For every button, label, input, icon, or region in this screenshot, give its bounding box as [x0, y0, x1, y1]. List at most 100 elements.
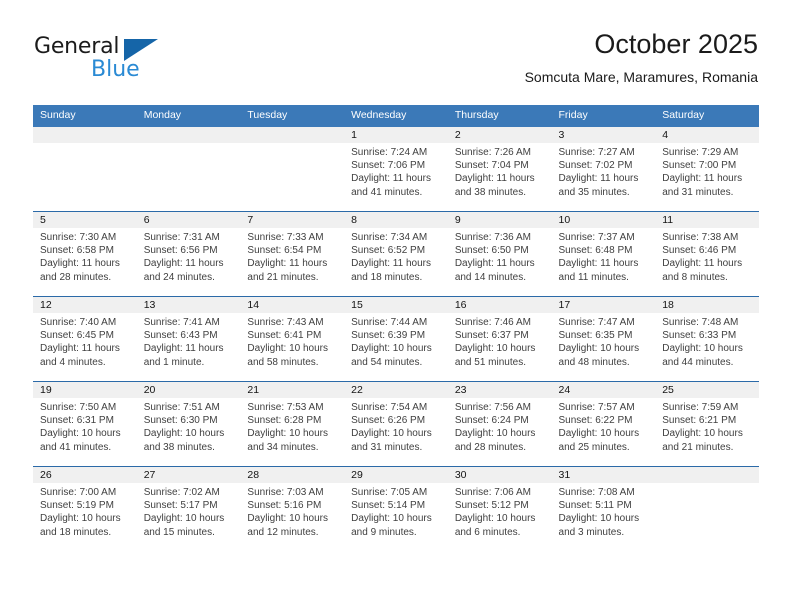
daylight-duration-line2: and 8 minutes. [662, 271, 728, 283]
daylight-duration-line1: Daylight: 10 hours [558, 428, 640, 440]
day-cell-inner [655, 467, 759, 551]
day-details: Sunrise: 7:24 AM Sunset: 7:06 PM Daylight:… [344, 143, 448, 199]
daylight-duration-line2: and 31 minutes. [351, 441, 423, 453]
sunset-time: Sunset: 6:45 PM [40, 330, 114, 342]
calendar-day-cell[interactable]: 18 Sunrise: 7:48 AM Sunset: 6:33 PM Dayligh… [655, 296, 759, 382]
sunrise-time: Sunrise: 7:47 AM [558, 317, 635, 328]
calendar-day-cell[interactable]: 25 Sunrise: 7:59 AM Sunset: 6:21 PM Dayligh… [655, 381, 759, 467]
calendar-day-cell[interactable]: 30 Sunrise: 7:06 AM Sunset: 5:12 PM Dayligh… [447, 466, 552, 551]
day-cell-inner: 20 Sunrise: 7:51 AM Sunset: 6:30 PM Dayligh… [136, 382, 241, 466]
weekday-header-monday: Monday [136, 105, 241, 127]
calendar-day-cell[interactable]: 26 Sunrise: 7:00 AM Sunset: 5:19 PM Dayligh… [33, 466, 137, 551]
day-number: 6 [136, 212, 241, 228]
calendar-day-cell[interactable]: 10 Sunrise: 7:37 AM Sunset: 6:48 PM Dayligh… [551, 211, 656, 297]
sunset-time: Sunset: 7:06 PM [351, 160, 426, 172]
sunrise-sunset-calendar: Sunday Monday Tuesday Wednesday Thursday Frid… [33, 105, 759, 551]
calendar-day-cell[interactable]: 28 Sunrise: 7:03 AM Sunset: 5:16 PM Dayligh… [240, 466, 345, 551]
calendar-day-cell[interactable]: 6 Sunrise: 7:31 AM Sunset: 6:56 PM Daylight… [136, 211, 241, 297]
day-number: 23 [447, 382, 552, 398]
daylight-duration-line1: Daylight: 11 hours [40, 343, 120, 355]
daylight-duration-line1: Daylight: 10 hours [143, 513, 225, 525]
calendar-day-cell[interactable]: 24 Sunrise: 7:57 AM Sunset: 6:22 PM Dayligh… [551, 381, 656, 467]
general-blue-logo[interactable]: General Blue [34, 34, 254, 90]
daylight-duration-line2: and 3 minutes. [558, 526, 625, 538]
calendar-day-cell[interactable]: 11 Sunrise: 7:38 AM Sunset: 6:46 PM Dayligh… [655, 211, 759, 297]
calendar-day-cell-empty [240, 127, 345, 212]
calendar-day-cell[interactable]: 15 Sunrise: 7:44 AM Sunset: 6:39 PM Dayligh… [344, 296, 448, 382]
day-number: 24 [551, 382, 656, 398]
day-details: Sunrise: 7:31 AM Sunset: 6:56 PM Daylight:… [137, 228, 241, 284]
sunset-time: Sunset: 5:11 PM [558, 500, 632, 512]
calendar-week-row: 26 Sunrise: 7:00 AM Sunset: 5:19 PM Dayligh… [33, 466, 759, 551]
day-number: 29 [344, 467, 448, 483]
day-details: Sunrise: 7:36 AM Sunset: 6:50 PM Daylight:… [448, 228, 552, 284]
daylight-duration-line1: Daylight: 11 hours [247, 258, 328, 270]
calendar-day-cell[interactable]: 2 Sunrise: 7:26 AM Sunset: 7:04 PM Daylight… [447, 127, 552, 212]
daylight-duration-line1: Daylight: 10 hours [351, 428, 432, 440]
calendar-day-cell[interactable]: 27 Sunrise: 7:02 AM Sunset: 5:17 PM Dayligh… [136, 466, 241, 551]
calendar-day-cell[interactable]: 17 Sunrise: 7:47 AM Sunset: 6:35 PM Dayligh… [551, 296, 656, 382]
day-cell-inner: 5 Sunrise: 7:30 AM Sunset: 6:58 PM Daylight… [33, 212, 137, 296]
daylight-duration-line1: Daylight: 10 hours [454, 343, 536, 355]
day-details: Sunrise: 7:41 AM Sunset: 6:43 PM Daylight:… [137, 313, 241, 369]
calendar-day-cell[interactable]: 20 Sunrise: 7:51 AM Sunset: 6:30 PM Dayligh… [136, 381, 241, 467]
daylight-duration-line2: and 25 minutes. [558, 441, 630, 453]
day-details: Sunrise: 7:26 AM Sunset: 7:04 PM Daylight:… [448, 143, 552, 199]
day-number: 8 [344, 212, 448, 228]
calendar-day-cell[interactable]: 9 Sunrise: 7:36 AM Sunset: 6:50 PM Daylight… [447, 211, 552, 297]
calendar-day-cell[interactable]: 21 Sunrise: 7:53 AM Sunset: 6:28 PM Dayligh… [240, 381, 345, 467]
daylight-duration-line2: and 41 minutes. [351, 186, 423, 198]
calendar-day-cell[interactable]: 3 Sunrise: 7:27 AM Sunset: 7:02 PM Daylight… [551, 127, 656, 212]
daylight-duration-line1: Daylight: 10 hours [662, 428, 743, 440]
day-number [33, 127, 137, 143]
calendar-week-row: 19 Sunrise: 7:50 AM Sunset: 6:31 PM Dayligh… [33, 381, 759, 467]
daylight-duration-line1: Daylight: 10 hours [247, 343, 329, 355]
day-cell-inner: 29 Sunrise: 7:05 AM Sunset: 5:14 PM Dayligh… [344, 467, 448, 551]
sunset-time: Sunset: 6:58 PM [40, 245, 114, 257]
day-cell-inner: 4 Sunrise: 7:29 AM Sunset: 7:00 PM Daylight… [655, 127, 759, 211]
day-number: 30 [447, 467, 552, 483]
sunrise-time: Sunrise: 7:46 AM [454, 317, 531, 328]
sunrise-time: Sunrise: 7:53 AM [247, 402, 324, 413]
calendar-day-cell[interactable]: 29 Sunrise: 7:05 AM Sunset: 5:14 PM Dayligh… [344, 466, 448, 551]
calendar-day-cell[interactable]: 23 Sunrise: 7:56 AM Sunset: 6:24 PM Dayligh… [447, 381, 552, 467]
calendar-day-cell[interactable]: 5 Sunrise: 7:30 AM Sunset: 6:58 PM Daylight… [33, 211, 137, 297]
daylight-duration-line2: and 18 minutes. [351, 271, 423, 283]
calendar-day-cell[interactable]: 13 Sunrise: 7:41 AM Sunset: 6:43 PM Dayligh… [136, 296, 241, 382]
sunset-time: Sunset: 6:46 PM [662, 245, 737, 257]
sunset-time: Sunset: 6:28 PM [247, 415, 322, 427]
calendar-day-cell[interactable]: 4 Sunrise: 7:29 AM Sunset: 7:00 PM Daylight… [655, 127, 759, 212]
day-cell-inner: 7 Sunrise: 7:33 AM Sunset: 6:54 PM Daylight… [240, 212, 345, 296]
calendar-day-cell[interactable]: 12 Sunrise: 7:40 AM Sunset: 6:45 PM Dayligh… [33, 296, 137, 382]
page-subtitle: Somcuta Mare, Maramures, Romania [524, 69, 758, 85]
calendar-header-row: Sunday Monday Tuesday Wednesday Thursday Frid… [33, 105, 759, 127]
day-details: Sunrise: 7:43 AM Sunset: 6:41 PM Daylight:… [240, 313, 344, 369]
day-number: 2 [447, 127, 552, 143]
sunset-time: Sunset: 6:22 PM [558, 415, 633, 427]
day-details: Sunrise: 7:48 AM Sunset: 6:33 PM Daylight:… [655, 313, 759, 369]
calendar-day-cell[interactable]: 7 Sunrise: 7:33 AM Sunset: 6:54 PM Daylight… [240, 211, 345, 297]
daylight-duration-line2: and 6 minutes. [454, 526, 521, 538]
day-cell-inner: 31 Sunrise: 7:08 AM Sunset: 5:11 PM Dayligh… [551, 467, 656, 551]
daylight-duration-line2: and 38 minutes. [454, 186, 526, 198]
calendar-day-cell[interactable]: 16 Sunrise: 7:46 AM Sunset: 6:37 PM Dayligh… [447, 296, 552, 382]
calendar-day-cell[interactable]: 1 Sunrise: 7:24 AM Sunset: 7:06 PM Daylight… [344, 127, 448, 212]
daylight-duration-line1: Daylight: 11 hours [558, 173, 639, 185]
day-details: Sunrise: 7:05 AM Sunset: 5:14 PM Daylight:… [344, 483, 448, 539]
day-cell-inner: 11 Sunrise: 7:38 AM Sunset: 6:46 PM Dayligh… [655, 212, 759, 296]
daylight-duration-line1: Daylight: 11 hours [351, 173, 431, 185]
calendar-day-cell[interactable]: 22 Sunrise: 7:54 AM Sunset: 6:26 PM Dayligh… [344, 381, 448, 467]
day-details: Sunrise: 7:29 AM Sunset: 7:00 PM Daylight:… [655, 143, 759, 199]
title-block: October 2025 Somcuta Mare, Maramures, Ro… [525, 28, 758, 86]
sunset-time: Sunset: 6:50 PM [454, 245, 529, 257]
sunrise-time: Sunrise: 7:37 AM [558, 232, 635, 243]
calendar-day-cell[interactable]: 8 Sunrise: 7:34 AM Sunset: 6:52 PM Daylight… [344, 211, 448, 297]
daylight-duration-line1: Daylight: 10 hours [143, 428, 225, 440]
daylight-duration-line1: Daylight: 10 hours [247, 513, 329, 525]
day-cell-inner: 3 Sunrise: 7:27 AM Sunset: 7:02 PM Daylight… [551, 127, 656, 211]
calendar-day-cell[interactable]: 14 Sunrise: 7:43 AM Sunset: 6:41 PM Dayligh… [240, 296, 345, 382]
sunset-time: Sunset: 5:14 PM [351, 500, 426, 512]
calendar-day-cell[interactable]: 31 Sunrise: 7:08 AM Sunset: 5:11 PM Dayligh… [551, 466, 656, 551]
calendar-day-cell[interactable]: 19 Sunrise: 7:50 AM Sunset: 6:31 PM Dayligh… [33, 381, 137, 467]
daylight-duration-line1: Daylight: 10 hours [558, 343, 640, 355]
